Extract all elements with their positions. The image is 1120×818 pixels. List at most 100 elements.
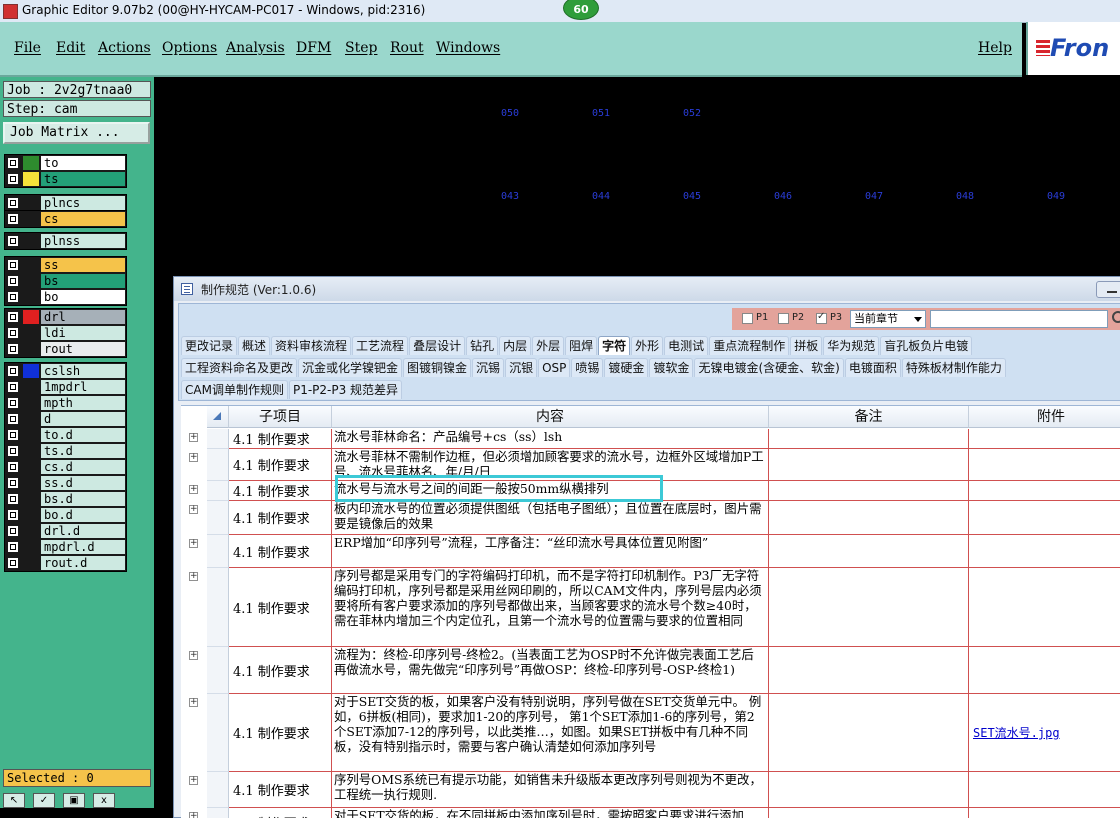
layer-checkbox[interactable] (8, 526, 18, 536)
layer-row[interactable]: cslsh (5, 363, 126, 379)
menu-rout[interactable]: Rout (390, 40, 424, 56)
layer-row[interactable]: ss.d (5, 475, 126, 491)
tab-tabs_row1-13[interactable]: 拼板 (790, 336, 823, 355)
menu-help[interactable]: Help (978, 40, 1012, 56)
job-matrix-button[interactable]: Job Matrix ... (3, 122, 150, 144)
layer-checkbox[interactable] (8, 478, 18, 488)
tab-tabs_row2-5[interactable]: OSP (538, 358, 571, 377)
layer-row[interactable]: bs.d (5, 491, 126, 507)
tab-tabs_row1-6[interactable]: 内层 (499, 336, 532, 355)
layer-row[interactable]: ldi (5, 325, 126, 341)
layer-checkbox[interactable] (8, 494, 18, 504)
layer-row[interactable]: plnss (5, 233, 126, 249)
layer-row[interactable]: to (5, 155, 126, 171)
tab-tabs_row2-8[interactable]: 镀软金 (649, 358, 694, 377)
layer-row[interactable]: to.d (5, 427, 126, 443)
layer-row[interactable]: rout.d (5, 555, 126, 571)
table-row[interactable]: +4.1 制作要求 流水号菲林命名：产品编号+cs（ss）lsh (181, 429, 1120, 449)
column-header-note[interactable]: 备注 (769, 406, 969, 428)
table-row[interactable]: +4.1 制作要求 序列号OMS系统已有提示功能，如销售未升级版本更改序列号则视为… (181, 772, 1120, 808)
tab-tabs_row1-10[interactable]: 外形 (631, 336, 664, 355)
table-row[interactable]: +4.1 制作要求 流水号与流水号之间的间距一般按50mm纵横排列 (181, 481, 1120, 501)
expand-icon[interactable]: + (189, 505, 198, 514)
row-selector[interactable] (207, 772, 229, 808)
layer-row[interactable]: cs (5, 211, 126, 227)
tab-tabs_row1-3[interactable]: 工艺流程 (352, 336, 409, 355)
layer-checkbox[interactable] (8, 328, 18, 338)
column-header-attach[interactable]: 附件 (969, 406, 1120, 428)
layer-checkbox[interactable] (8, 382, 18, 392)
layer-checkbox[interactable] (8, 236, 18, 246)
layer-row[interactable]: plncs (5, 195, 126, 211)
tab-tabs_row1-8[interactable]: 阻焊 (565, 336, 598, 355)
expand-icon[interactable]: + (189, 485, 198, 494)
row-selector[interactable] (207, 647, 229, 694)
menu-actions[interactable]: Actions (98, 40, 151, 56)
layer-row[interactable]: rout (5, 341, 126, 357)
menu-options[interactable]: Options (162, 40, 217, 56)
expand-icon[interactable]: + (189, 812, 198, 818)
search-input[interactable] (930, 310, 1108, 328)
tab-tabs_row1-7[interactable]: 外层 (532, 336, 565, 355)
layer-checkbox[interactable] (8, 276, 18, 286)
table-row[interactable]: +4.1 制作要求 ERP增加“印序列号”流程，工序备注：“丝印流水号具体位置见附… (181, 535, 1120, 568)
tab-tabs_row2-2[interactable]: 图镀铜镍金 (403, 358, 472, 377)
table-row[interactable]: +4.1 制作要求 流程为：终检-印序列号-终检2。(当表面工艺为OSP时不允许做… (181, 647, 1120, 694)
tab-tabs_row1-12[interactable]: 重点流程制作 (709, 336, 790, 355)
cell-attachment[interactable]: SET流水号.jpg (969, 694, 1120, 772)
layer-checkbox[interactable] (8, 344, 18, 354)
layer-checkbox[interactable] (8, 462, 18, 472)
column-header-sub[interactable]: 子项目 (229, 406, 332, 428)
tab-tabs_row1-5[interactable]: 钻孔 (466, 336, 499, 355)
search-icon[interactable] (1112, 311, 1120, 323)
minimize-button[interactable] (1096, 281, 1120, 298)
layer-row[interactable]: mpdrl.d (5, 539, 126, 555)
menu-step[interactable]: Step (345, 40, 377, 56)
expand-icon[interactable]: + (189, 651, 198, 660)
select-all-cell[interactable] (207, 406, 229, 428)
expand-icon[interactable]: + (189, 698, 198, 707)
layer-checkbox[interactable] (8, 312, 18, 322)
layer-checkbox[interactable] (8, 446, 18, 456)
table-row[interactable]: +4.1 制作要求 对于SET交货的板，如果客户没有特别说明，序列号做在SET交货… (181, 694, 1120, 772)
tab-tabs_row1-11[interactable]: 电测试 (664, 336, 709, 355)
layer-checkbox[interactable] (8, 260, 18, 270)
tab-tabs_row2-10[interactable]: 电镀面积 (844, 358, 901, 377)
layer-checkbox[interactable] (8, 214, 18, 224)
layer-row[interactable]: 1mpdrl (5, 379, 126, 395)
table-row[interactable]: +4.1 制作要求对于SET交货的板，在不同拼板中添加序列号时，需按照客户要求进… (181, 808, 1120, 818)
menu-analysis[interactable]: Analysis (226, 40, 285, 56)
layer-row[interactable]: ss (5, 257, 126, 273)
layer-checkbox[interactable] (8, 198, 18, 208)
expand-icon[interactable]: + (189, 776, 198, 785)
row-selector[interactable] (207, 535, 229, 568)
table-row[interactable]: +4.1 制作要求 序列号都是采用专门的字符编码打印机，而不是字符打印机制作。P3… (181, 568, 1120, 647)
row-selector[interactable] (207, 808, 229, 818)
layer-checkbox[interactable] (8, 558, 18, 568)
layer-row[interactable]: ts.d (5, 443, 126, 459)
layer-row[interactable]: drl.d (5, 523, 126, 539)
pointer-icon[interactable]: ↖ (3, 793, 25, 808)
tab-tabs_row2-9[interactable]: 无镍电镀金(含硬金、软金) (694, 358, 844, 377)
column-header-content[interactable]: 内容 (332, 406, 769, 428)
tab-tabs_row2-1[interactable]: 沉金或化学镍钯金 (298, 358, 403, 377)
layer-checkbox[interactable] (8, 366, 18, 376)
layer-checkbox[interactable] (8, 414, 18, 424)
layer-row[interactable]: drl (5, 309, 126, 325)
expand-icon[interactable]: + (189, 433, 198, 442)
layer-checkbox[interactable] (8, 174, 18, 184)
layer-checkbox[interactable] (8, 398, 18, 408)
tab-tabs_row1-2[interactable]: 资料审核流程 (271, 336, 352, 355)
tab-tabs_row2-3[interactable]: 沉锡 (472, 358, 505, 377)
tab-tabs_row3-0[interactable]: CAM调单制作规则 (181, 380, 288, 399)
filter-p2-checkbox[interactable] (778, 313, 789, 324)
tab-tabs_row2-4[interactable]: 沉银 (505, 358, 538, 377)
tab-tabs_row1-9[interactable]: 字符 (598, 336, 631, 355)
menu-file[interactable]: File (14, 40, 41, 56)
layer-row[interactable]: ts (5, 171, 126, 187)
table-row[interactable]: +4.1 制作要求 板内印流水号的位置必须提供图纸（包括电子图纸）；且位置在底层时… (181, 501, 1120, 535)
row-selector[interactable] (207, 694, 229, 772)
tab-tabs_row1-14[interactable]: 华为规范 (823, 336, 880, 355)
scope-select[interactable]: 当前章节 (850, 310, 926, 328)
layer-row[interactable]: bo.d (5, 507, 126, 523)
